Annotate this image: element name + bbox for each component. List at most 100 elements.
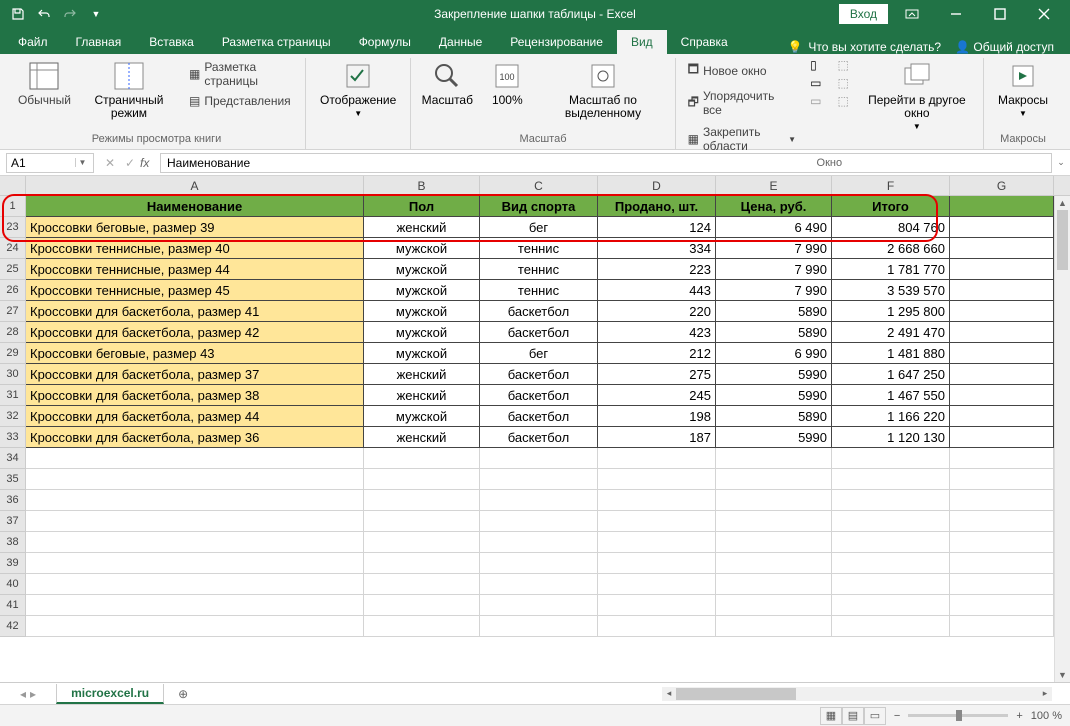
redo-icon[interactable] <box>60 4 80 24</box>
row-header[interactable]: 33 <box>0 427 26 448</box>
sheet-nav-prev-icon[interactable]: ◂ <box>20 687 26 701</box>
cell[interactable]: 2 668 660 <box>832 238 950 259</box>
cell[interactable]: баскетбол <box>480 322 598 343</box>
row-header[interactable]: 34 <box>0 448 26 469</box>
switch-windows-button[interactable]: Перейти в другое окно▼ <box>859 58 975 135</box>
cell[interactable] <box>950 448 1054 469</box>
cell[interactable]: 6 990 <box>716 343 832 364</box>
cell[interactable]: 423 <box>598 322 716 343</box>
row-header[interactable]: 31 <box>0 385 26 406</box>
reset-pos-icon[interactable]: ⬚ <box>837 94 848 108</box>
cell[interactable]: Продано, шт. <box>598 196 716 217</box>
cell[interactable]: баскетбол <box>480 364 598 385</box>
cell[interactable]: 220 <box>598 301 716 322</box>
tab-layout[interactable]: Разметка страницы <box>208 30 345 54</box>
name-box-dropdown-icon[interactable]: ▼ <box>75 158 89 167</box>
cell[interactable]: Кроссовки для баскетбола, размер 36 <box>26 427 364 448</box>
cell[interactable]: 1 781 770 <box>832 259 950 280</box>
cell[interactable] <box>832 616 950 637</box>
cell[interactable]: мужской <box>364 322 480 343</box>
scroll-down-icon[interactable]: ▼ <box>1055 668 1070 682</box>
close-icon[interactable] <box>1024 0 1064 28</box>
cell[interactable] <box>950 238 1054 259</box>
row-header[interactable]: 38 <box>0 532 26 553</box>
cell[interactable]: Кроссовки для баскетбола, размер 42 <box>26 322 364 343</box>
cell[interactable]: мужской <box>364 238 480 259</box>
name-box[interactable]: A1 ▼ <box>6 153 94 173</box>
cell[interactable]: мужской <box>364 301 480 322</box>
cell[interactable] <box>598 532 716 553</box>
cell[interactable] <box>364 553 480 574</box>
cell[interactable]: баскетбол <box>480 427 598 448</box>
cell[interactable]: Кроссовки беговые, размер 43 <box>26 343 364 364</box>
cell[interactable] <box>480 448 598 469</box>
login-button[interactable]: Вход <box>839 4 888 24</box>
row-header[interactable]: 42 <box>0 616 26 637</box>
cell[interactable] <box>26 595 364 616</box>
cell[interactable] <box>950 511 1054 532</box>
row-header[interactable]: 35 <box>0 469 26 490</box>
tab-help[interactable]: Справка <box>667 30 742 54</box>
row-header[interactable]: 27 <box>0 301 26 322</box>
cell[interactable]: бег <box>480 343 598 364</box>
cell[interactable] <box>832 574 950 595</box>
cell[interactable]: 2 491 470 <box>832 322 950 343</box>
col-header-G[interactable]: G <box>950 176 1054 195</box>
cell[interactable]: женский <box>364 217 480 238</box>
cell[interactable]: 275 <box>598 364 716 385</box>
cell[interactable]: 124 <box>598 217 716 238</box>
cell[interactable]: 5890 <box>716 301 832 322</box>
hscroll-thumb[interactable] <box>676 688 796 700</box>
cell[interactable]: 5990 <box>716 427 832 448</box>
row-header[interactable]: 39 <box>0 553 26 574</box>
tab-file[interactable]: Файл <box>4 30 62 54</box>
macros-button[interactable]: Макросы▼ <box>992 58 1054 122</box>
cell[interactable]: 1 467 550 <box>832 385 950 406</box>
zoom-button[interactable]: Масштаб <box>419 58 475 109</box>
vertical-scrollbar[interactable]: ▲ ▼ <box>1054 196 1070 682</box>
cell[interactable] <box>716 574 832 595</box>
cell[interactable]: баскетбол <box>480 301 598 322</box>
cell[interactable] <box>950 406 1054 427</box>
cell[interactable] <box>950 259 1054 280</box>
cell[interactable] <box>832 532 950 553</box>
sheet-nav-next-icon[interactable]: ▸ <box>30 687 36 701</box>
zoom-selection-button[interactable]: Масштаб по выделенному <box>539 58 666 122</box>
cell[interactable]: мужской <box>364 280 480 301</box>
minimize-icon[interactable] <box>936 0 976 28</box>
cell[interactable]: Кроссовки для баскетбола, размер 38 <box>26 385 364 406</box>
zoom-100-button[interactable]: 100 100% <box>479 58 535 109</box>
cell[interactable] <box>364 595 480 616</box>
expand-formula-icon[interactable]: ⌄ <box>1052 157 1070 168</box>
arrange-all-button[interactable]: 🗗Упорядочить все <box>684 87 800 119</box>
accept-formula-icon[interactable]: ✓ <box>120 153 140 173</box>
sheet-tab[interactable]: microexcel.ru <box>56 684 164 704</box>
row-header[interactable]: 36 <box>0 490 26 511</box>
cell[interactable]: Цена, руб. <box>716 196 832 217</box>
cell[interactable]: 5990 <box>716 364 832 385</box>
cell[interactable] <box>950 385 1054 406</box>
cell[interactable]: Вид спорта <box>480 196 598 217</box>
cell[interactable] <box>598 490 716 511</box>
cell[interactable] <box>364 532 480 553</box>
pagebreak-view-button[interactable]: Страничный режим <box>77 58 181 122</box>
cell[interactable]: 5890 <box>716 406 832 427</box>
cell[interactable]: 7 990 <box>716 259 832 280</box>
page-layout-button[interactable]: ▦Разметка страницы <box>185 58 297 90</box>
show-button[interactable]: Отображение▼ <box>314 58 402 122</box>
col-header-E[interactable]: E <box>716 176 832 195</box>
tab-formulas[interactable]: Формулы <box>345 30 425 54</box>
row-header[interactable]: 1 <box>0 196 26 217</box>
tab-review[interactable]: Рецензирование <box>496 30 617 54</box>
cell[interactable]: Пол <box>364 196 480 217</box>
cell[interactable] <box>832 490 950 511</box>
row-header[interactable]: 23 <box>0 217 26 238</box>
cell[interactable]: Кроссовки беговые, размер 39 <box>26 217 364 238</box>
cell[interactable] <box>950 364 1054 385</box>
cell[interactable] <box>832 469 950 490</box>
cell[interactable] <box>364 574 480 595</box>
cell[interactable] <box>598 448 716 469</box>
cell[interactable] <box>26 448 364 469</box>
cell[interactable] <box>716 490 832 511</box>
cell[interactable]: 7 990 <box>716 238 832 259</box>
